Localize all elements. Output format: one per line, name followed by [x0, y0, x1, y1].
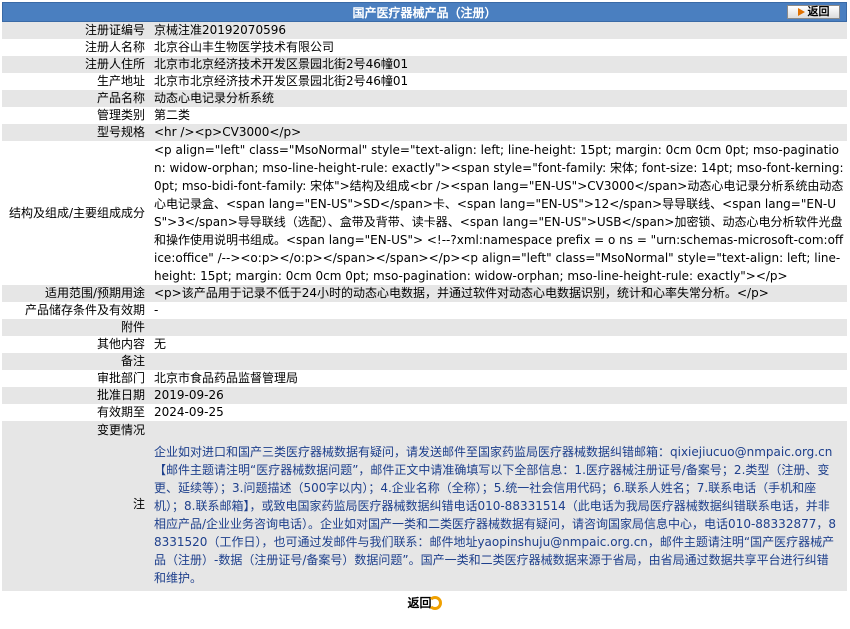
panel-header: 国产医疗器械产品（注册） 返回 [2, 2, 847, 22]
field-label: 产品储存条件及有效期 [2, 302, 149, 319]
back-arrow-icon [797, 8, 805, 16]
footer: 返回 [2, 591, 847, 611]
note-cell: 企业如对进口和国产三类医疗器械数据有疑问，请发送邮件至国家药监局医疗器械数据纠错… [149, 421, 847, 591]
field-value: 2019-09-26 [149, 387, 847, 404]
field-value: 第二类 [149, 107, 847, 124]
table-row: 型号规格 <hr /><p>CV3000</p> [2, 124, 847, 141]
field-label: 注册证编号 [2, 22, 149, 39]
field-label: 其他内容 [2, 336, 149, 353]
field-label: 适用范围/预期用途 [2, 285, 149, 302]
note-label: 注 [132, 496, 145, 511]
field-value [149, 353, 847, 370]
table-row: 注册人住所 北京市北京经济技术开发区景园北街2号46幢01 [2, 56, 847, 73]
table-row: 生产地址 北京市北京经济技术开发区景园北街2号46幢01 [2, 73, 847, 90]
field-value: <hr /><p>CV3000</p> [149, 124, 847, 141]
note-labels: 变更情况 注 [2, 421, 149, 591]
field-value: <p align="left" class="MsoNormal" style=… [149, 141, 847, 285]
table-row: 管理类别 第二类 [2, 107, 847, 124]
back-button-bottom[interactable]: 返回 [407, 594, 442, 611]
change-value [149, 421, 844, 439]
field-label: 生产地址 [2, 73, 149, 90]
field-value: - [149, 302, 847, 319]
field-label: 结构及组成/主要组成成分 [2, 141, 149, 285]
field-label: 有效期至 [2, 404, 149, 421]
table-row: 审批部门 北京市食品药品监督管理局 [2, 370, 847, 387]
back-ring-icon [427, 595, 442, 610]
field-value: 北京市北京经济技术开发区景园北街2号46幢01 [149, 73, 847, 90]
record-table: 注册证编号 京械注准20192070596 注册人名称 北京谷山丰生物医学技术有… [2, 22, 847, 591]
field-label: 审批部门 [2, 370, 149, 387]
table-row: 结构及组成/主要组成成分 <p align="left" class="MsoN… [2, 141, 847, 285]
field-label: 产品名称 [2, 90, 149, 107]
field-label: 备注 [2, 353, 149, 370]
field-value: 京械注准20192070596 [149, 22, 847, 39]
field-value: 无 [149, 336, 847, 353]
table-row: 产品名称 动态心电记录分析系统 [2, 90, 847, 107]
field-label: 附件 [2, 319, 149, 336]
table-row: 批准日期 2019-09-26 [2, 387, 847, 404]
field-value [149, 319, 847, 336]
field-label: 管理类别 [2, 107, 149, 124]
table-row: 产品储存条件及有效期 - [2, 302, 847, 319]
page-title: 国产医疗器械产品（注册） [352, 6, 497, 20]
field-value: 北京谷山丰生物医学技术有限公司 [149, 39, 847, 56]
table-row: 注册人名称 北京谷山丰生物医学技术有限公司 [2, 39, 847, 56]
field-label: 批准日期 [2, 387, 149, 404]
field-value: 动态心电记录分析系统 [149, 90, 847, 107]
table-row: 注册证编号 京械注准20192070596 [2, 22, 847, 39]
table-row: 适用范围/预期用途 <p>该产品用于记录不低于24小时的动态心电数据，并通过软件… [2, 285, 847, 302]
field-value: <p>该产品用于记录不低于24小时的动态心电数据，并通过软件对动态心电数据识别，… [149, 285, 847, 302]
back-button-top[interactable]: 返回 [787, 5, 840, 19]
field-label: 型号规格 [2, 124, 149, 141]
note-text: 企业如对进口和国产三类医疗器械数据有疑问，请发送邮件至国家药监局医疗器械数据纠错… [154, 445, 836, 585]
field-label: 注册人住所 [2, 56, 149, 73]
change-label: 变更情况 [96, 423, 145, 437]
field-value: 北京市北京经济技术开发区景园北街2号46幢01 [149, 56, 847, 73]
record-panel: 国产医疗器械产品（注册） 返回 注册证编号 京械注准20192070596 注册… [2, 2, 847, 611]
field-value: 北京市食品药品监督管理局 [149, 370, 847, 387]
field-value: 2024-09-25 [149, 404, 847, 421]
table-row: 其他内容 无 [2, 336, 847, 353]
field-label: 注册人名称 [2, 39, 149, 56]
table-row-note: 变更情况 注 企业如对进口和国产三类医疗器械数据有疑问，请发送邮件至国家药监局医… [2, 421, 847, 591]
table-row: 附件 [2, 319, 847, 336]
back-button-label: 返回 [807, 5, 830, 18]
table-row: 备注 [2, 353, 847, 370]
table-row: 有效期至 2024-09-25 [2, 404, 847, 421]
